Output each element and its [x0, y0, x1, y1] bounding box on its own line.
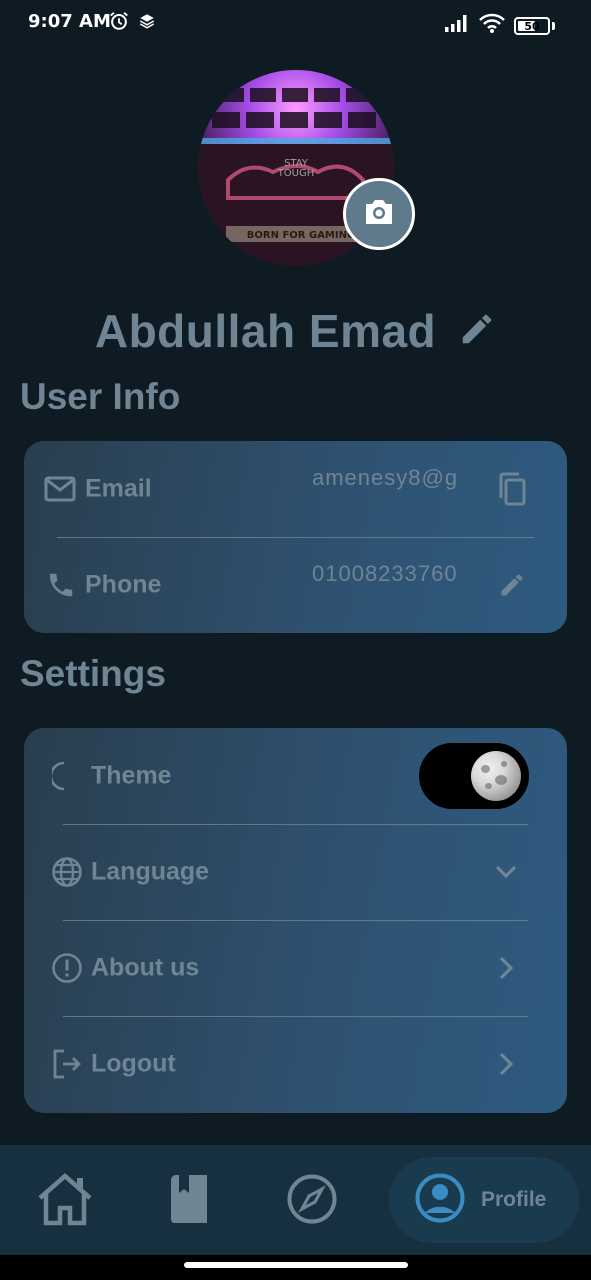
- user-info-card: Email amenesy8@g Phone 01008233760: [24, 441, 567, 633]
- layers-icon: [138, 12, 156, 36]
- user-name: Abdullah Emad: [94, 305, 437, 357]
- logout-label: Logout: [91, 1049, 176, 1078]
- status-time: 9:07 AM: [28, 11, 111, 32]
- theme-toggle[interactable]: [419, 743, 529, 809]
- nav-home[interactable]: [36, 1172, 94, 1231]
- nav-explore[interactable]: [284, 1173, 340, 1229]
- mail-icon: [44, 476, 76, 502]
- language-label: Language: [91, 857, 210, 886]
- nav-profile[interactable]: Profile: [389, 1157, 579, 1243]
- email-label: Email: [85, 474, 152, 503]
- change-photo-button[interactable]: [343, 178, 415, 250]
- user-info-title: User Info: [20, 376, 181, 417]
- battery-level: 50: [524, 19, 540, 33]
- svg-text:BORN FOR GAMING: BORN FOR GAMING: [247, 230, 355, 241]
- book-icon: [165, 1174, 211, 1229]
- email-row: Email amenesy8@g: [24, 441, 567, 537]
- edit-phone-pencil-icon[interactable]: [498, 571, 526, 599]
- svg-text:TOUGH: TOUGH: [277, 168, 315, 179]
- phone-value: 01008233760: [312, 561, 458, 586]
- camera-icon: [362, 197, 396, 232]
- copy-email-icon[interactable]: [497, 472, 527, 506]
- battery-icon: 50: [514, 17, 550, 35]
- phone-label: Phone: [85, 570, 162, 599]
- settings-item-theme: Theme: [24, 728, 567, 824]
- chevron-down-icon[interactable]: [494, 864, 518, 880]
- edit-name-pencil-icon[interactable]: [458, 310, 496, 353]
- globe-icon: [51, 856, 83, 888]
- theme-label: Theme: [91, 761, 172, 790]
- compass-icon: [286, 1173, 338, 1230]
- settings-title: Settings: [20, 653, 166, 694]
- home-icon: [36, 1172, 94, 1231]
- alarm-icon: [108, 10, 130, 38]
- logout-icon: [52, 1048, 82, 1080]
- status-bar: 9:07 AM 50: [0, 0, 591, 46]
- bottom-navigation: Profile: [0, 1145, 591, 1255]
- chevron-right-icon[interactable]: [498, 1051, 514, 1077]
- chevron-right-icon[interactable]: [498, 955, 514, 981]
- profile-name-row: Abdullah Emad: [0, 300, 591, 362]
- signal-icon: [444, 13, 470, 39]
- moon-outline-icon: [52, 760, 80, 792]
- email-value: amenesy8@g: [312, 465, 459, 490]
- about-us-label: About us: [91, 953, 200, 982]
- account-circle-icon: [415, 1173, 465, 1228]
- phone-row: Phone 01008233760: [24, 537, 567, 633]
- nav-library[interactable]: [164, 1173, 212, 1229]
- phone-icon: [46, 570, 76, 600]
- settings-item-logout[interactable]: Logout: [24, 1016, 567, 1112]
- nav-profile-label: Profile: [481, 1188, 547, 1211]
- wifi-icon: [478, 12, 506, 40]
- info-icon: [51, 952, 83, 984]
- moon-icon: [471, 751, 521, 801]
- settings-card: Theme Language About us Logout: [24, 728, 567, 1113]
- settings-item-language[interactable]: Language: [24, 824, 567, 920]
- profile-avatar-area: STAY TOUGH BORN FOR GAMING: [198, 70, 415, 266]
- settings-item-about-us[interactable]: About us: [24, 920, 567, 1016]
- home-indicator[interactable]: [184, 1262, 408, 1268]
